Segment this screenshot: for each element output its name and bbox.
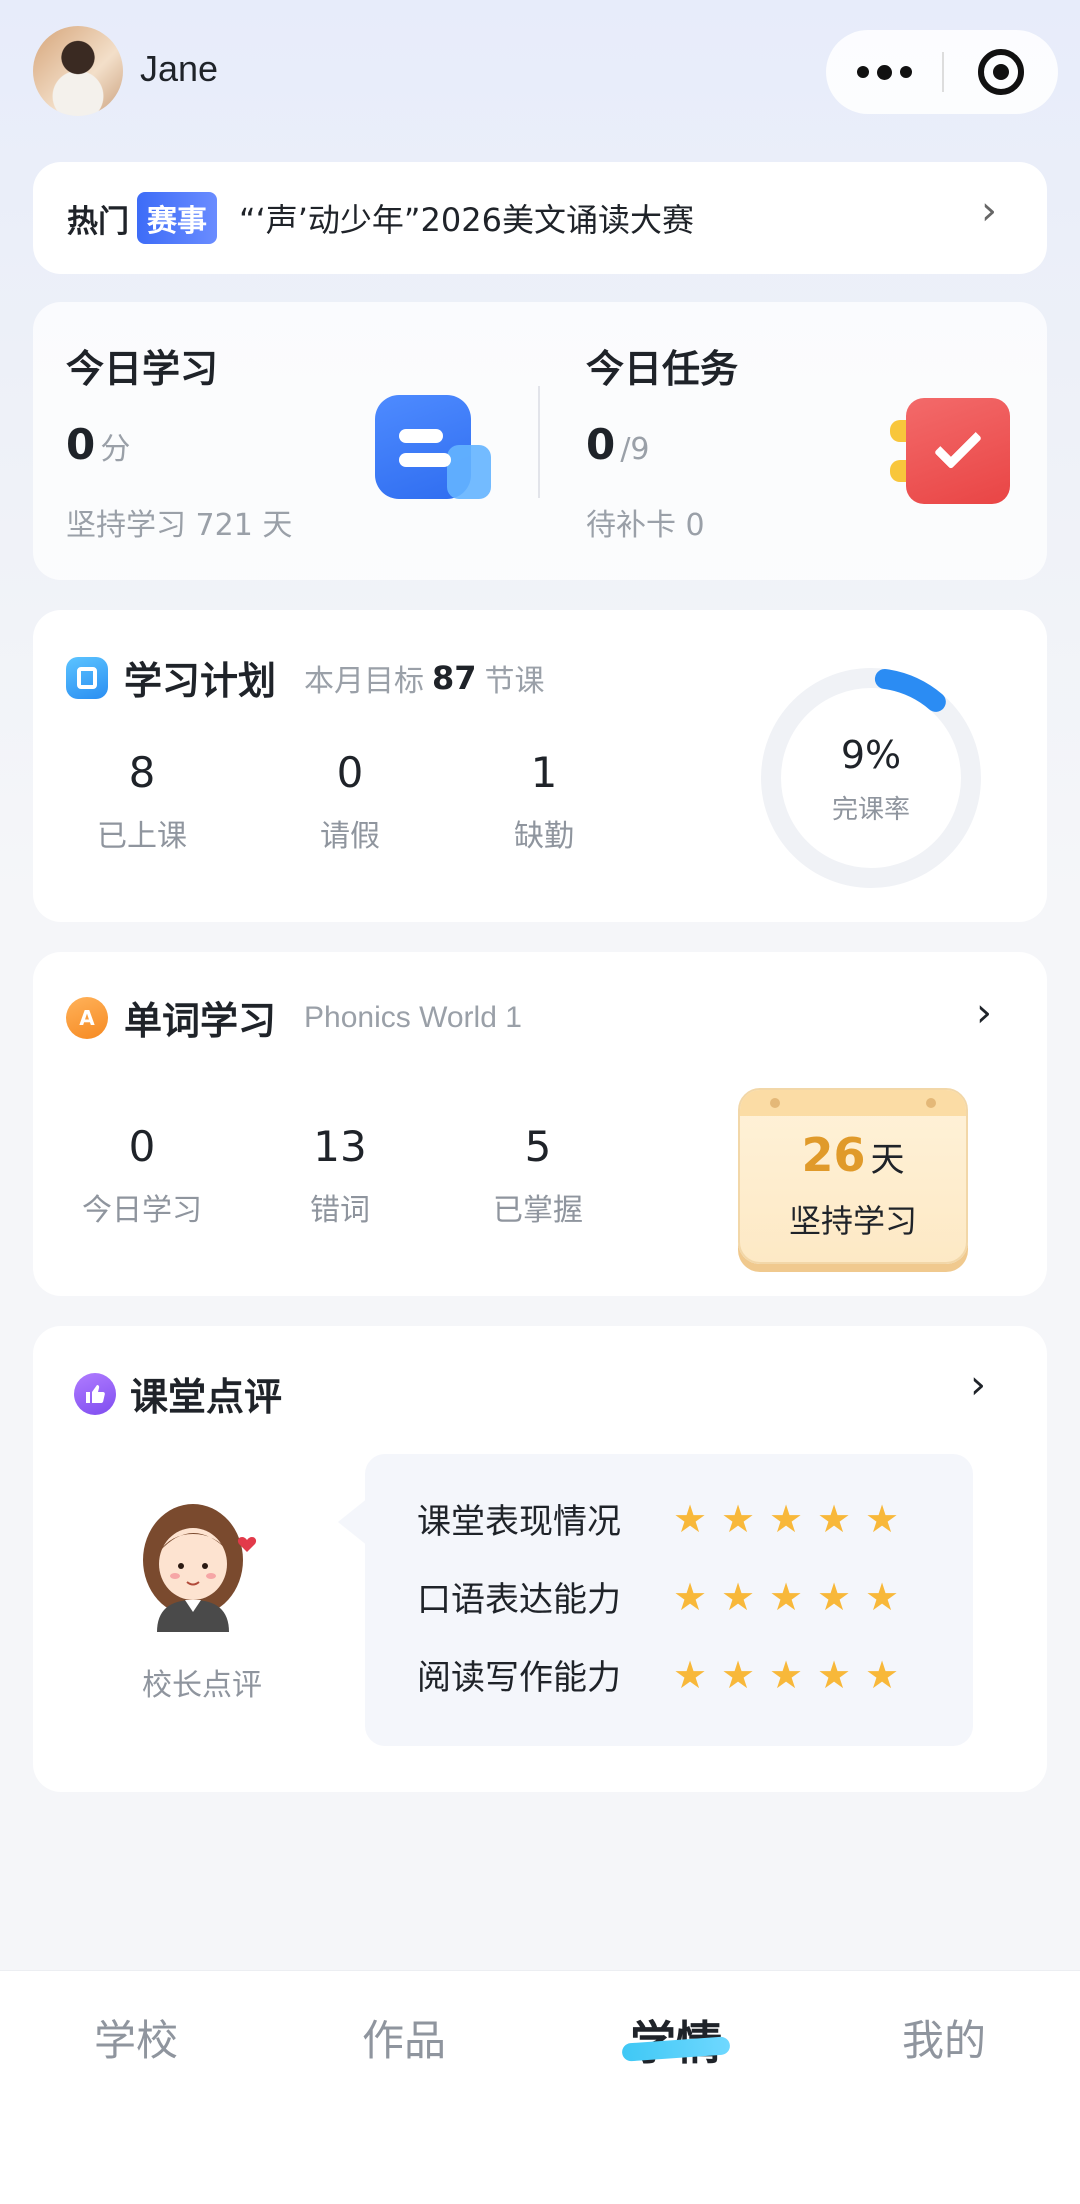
- streak-days: 26 天: [740, 1128, 966, 1182]
- class-review-header: 课堂点评: [74, 1366, 282, 1421]
- ring-progress: [761, 668, 981, 888]
- pending-checkin-text: 待补卡 0: [586, 508, 705, 543]
- study-streak-text: 坚持学习 721 天: [66, 508, 293, 543]
- bookmark-icon: [66, 656, 108, 699]
- thumbs-up-icon: [74, 1372, 116, 1415]
- star-icon: ★: [865, 1496, 900, 1541]
- tab-school[interactable]: 学校: [56, 2007, 216, 2068]
- wrong-words-stat[interactable]: 13 错词: [260, 1122, 420, 1229]
- chevron-right-icon[interactable]: ›: [976, 990, 992, 1036]
- star-icon: ★: [769, 1652, 804, 1697]
- bottom-tab-bar: 学校 作品 学情 我的: [0, 1970, 1080, 2204]
- star-icon: ★: [721, 1652, 756, 1697]
- stat-value: 8: [128, 748, 156, 797]
- stat-label: 已掌握: [493, 1193, 583, 1228]
- principal-avatar-icon: [135, 1500, 267, 1638]
- review-row: 阅读写作能力 ★ ★ ★ ★ ★: [417, 1650, 899, 1699]
- study-plan-header: 学习计划 本月目标 87 节课: [66, 650, 545, 705]
- star-rating: ★ ★ ★ ★ ★: [673, 1652, 900, 1697]
- streak-calendar: 26 天 坚持学习: [738, 1088, 968, 1264]
- star-icon: ★: [673, 1496, 708, 1541]
- target-icon[interactable]: [944, 30, 1058, 114]
- star-icon: ★: [865, 1652, 900, 1697]
- completion-ring: 9% 完课率: [758, 665, 984, 891]
- banner-text: “‘声’动少年”2026美文诵读大赛: [239, 201, 694, 239]
- avatar[interactable]: [33, 26, 123, 116]
- star-icon: ★: [721, 1496, 756, 1541]
- today-study-title[interactable]: 今日学习: [66, 338, 218, 393]
- stat-label: 缺勤: [514, 819, 574, 854]
- mastered-words-stat[interactable]: 5 已掌握: [458, 1122, 618, 1229]
- star-icon: ★: [817, 1652, 852, 1697]
- study-plan-title: 学习计划: [124, 659, 277, 703]
- today-task-count: 0 /9: [586, 420, 650, 469]
- stat-label: 错词: [310, 1193, 370, 1228]
- mini-program-capsule: [826, 30, 1058, 114]
- star-icon: ★: [769, 1574, 804, 1619]
- stat-value: 13: [313, 1122, 367, 1171]
- stat-label: 已上课: [97, 819, 187, 854]
- event-banner[interactable]: 热门 赛事 “‘声’动少年”2026美文诵读大赛 ›: [33, 162, 1047, 274]
- speech-bubble-tail: [338, 1498, 368, 1546]
- stat-label: 请假: [320, 819, 380, 854]
- divider: [538, 386, 540, 498]
- chevron-right-icon[interactable]: ›: [970, 1362, 986, 1408]
- star-icon: ★: [769, 1496, 804, 1541]
- star-icon: ★: [673, 1652, 708, 1697]
- tab-mine[interactable]: 我的: [864, 2007, 1024, 2068]
- stat-value: 1: [530, 748, 558, 797]
- class-review-title: 课堂点评: [130, 1375, 283, 1419]
- reviewer-label: 校长点评: [142, 1668, 262, 1703]
- leave-stat: 0 请假: [270, 748, 430, 855]
- monthly-goal-prefix: 本月目标: [304, 663, 425, 699]
- review-label: 阅读写作能力: [417, 1658, 621, 1698]
- absent-stat: 1 缺勤: [464, 748, 624, 855]
- stat-value: 0: [128, 1122, 156, 1171]
- star-icon: ★: [817, 1574, 852, 1619]
- completion-label: 完课率: [831, 795, 910, 825]
- checklist-icon: [890, 398, 1010, 504]
- today-task-total: /9: [620, 432, 650, 467]
- event-badge: 赛事: [137, 192, 217, 244]
- today-study-unit: 分: [100, 432, 131, 467]
- book-icon: [375, 395, 495, 499]
- review-row: 课堂表现情况 ★ ★ ★ ★ ★: [417, 1494, 899, 1543]
- today-words-stat: 0 今日学习: [62, 1122, 222, 1229]
- streak-label: 坚持学习: [788, 1202, 917, 1240]
- streak-days-value: 26: [801, 1128, 866, 1182]
- stat-value: 5: [524, 1122, 552, 1171]
- monthly-goal-suffix: 节课: [484, 663, 545, 699]
- course-name: Phonics World 1: [304, 1000, 522, 1034]
- review-label: 口语表达能力: [417, 1580, 621, 1620]
- letter-a-icon: A: [66, 996, 108, 1039]
- star-rating: ★ ★ ★ ★ ★: [673, 1574, 900, 1619]
- attended-stat: 8 已上课: [62, 748, 222, 855]
- today-study-score: 0 分: [66, 420, 130, 469]
- chevron-right-icon: ›: [981, 188, 997, 234]
- word-study-header: A 单词学习 Phonics World 1: [66, 990, 522, 1045]
- hot-label: 热门: [67, 203, 129, 240]
- star-icon: ★: [865, 1574, 900, 1619]
- review-row: 口语表达能力 ★ ★ ★ ★ ★: [417, 1572, 899, 1621]
- star-icon: ★: [721, 1574, 756, 1619]
- today-study-value: 0: [66, 420, 96, 469]
- word-study-title: 单词学习: [124, 999, 277, 1043]
- streak-days-unit: 天: [870, 1140, 905, 1180]
- stat-label: 今日学习: [82, 1193, 202, 1228]
- star-icon: ★: [673, 1574, 708, 1619]
- completion-percent: 9%: [840, 733, 902, 777]
- more-dots-icon[interactable]: [826, 30, 942, 114]
- star-rating: ★ ★ ★ ★ ★: [673, 1496, 900, 1541]
- today-task-value: 0: [586, 420, 616, 469]
- review-bubble: 课堂表现情况 ★ ★ ★ ★ ★ 口语表达能力 ★ ★ ★ ★ ★ 阅读写作能力 ★ ★ ★ ★ ★: [365, 1454, 973, 1746]
- user-name: Jane: [140, 48, 219, 89]
- star-icon: ★: [817, 1496, 852, 1541]
- tab-works[interactable]: 作品: [324, 2007, 484, 2068]
- review-label: 课堂表现情况: [417, 1502, 621, 1542]
- monthly-goal-value: 87: [432, 658, 477, 697]
- stat-value: 0: [336, 748, 364, 797]
- today-task-title[interactable]: 今日任务: [586, 338, 738, 393]
